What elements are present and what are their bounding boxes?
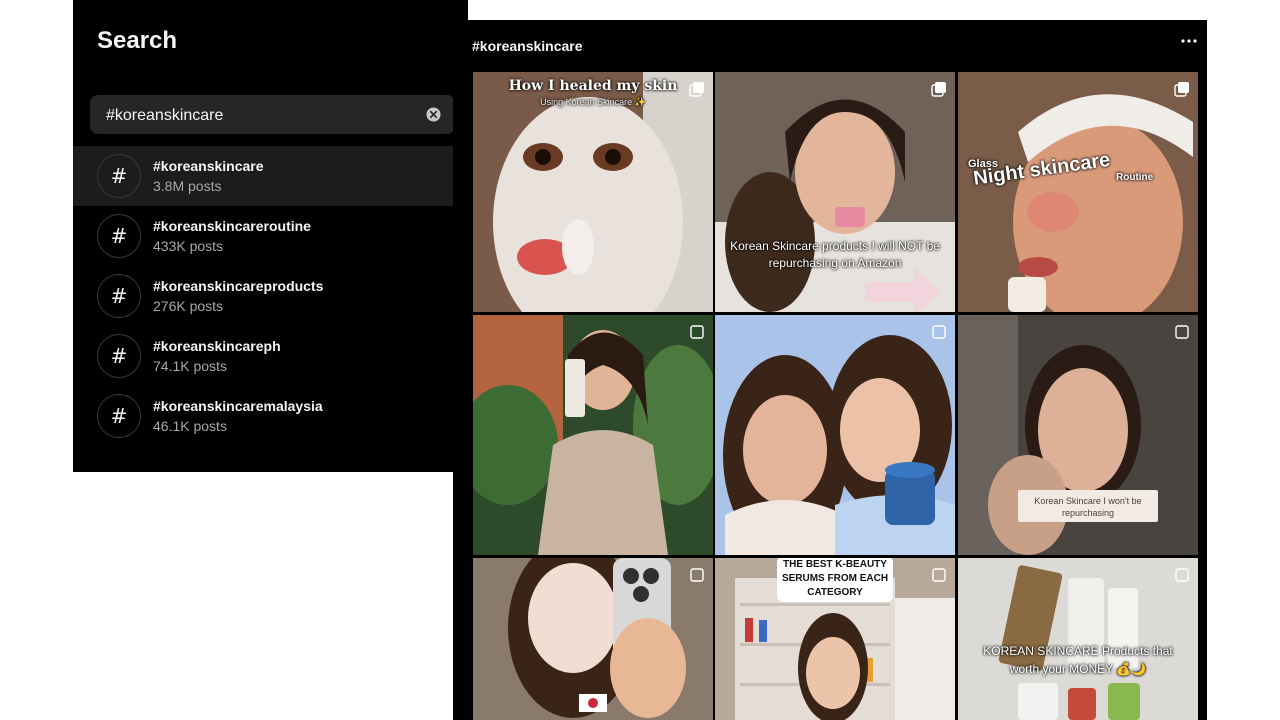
search-result-item[interactable]: # #koreanskincare 3.8M posts — [73, 146, 468, 206]
post-subcaption: Using Korean Skincare ✨ — [540, 97, 646, 107]
search-box[interactable] — [90, 95, 455, 136]
result-hashtag-name: #koreanskincare — [153, 158, 264, 174]
post-thumbnail[interactable]: Korean Skincare products I will NOT be r… — [715, 72, 955, 312]
more-horizontal-icon[interactable] — [1177, 34, 1201, 48]
result-post-count: 276K posts — [153, 298, 224, 314]
result-post-count: 74.1K posts — [153, 358, 227, 374]
post-thumbnail[interactable]: Korean Skincare I won't be repurchasing — [958, 315, 1198, 555]
hashtag-icon: # — [97, 334, 141, 378]
carousel-icon — [1175, 325, 1189, 339]
result-post-count: 433K posts — [153, 238, 224, 254]
search-title: Search — [97, 27, 178, 54]
post-caption: THE BEST K-BEAUTY SERUMS FROM EACH CATEG… — [777, 558, 893, 602]
result-hashtag-name: #koreanskincaremalaysia — [153, 398, 323, 414]
search-result-item[interactable]: # #koreanskincareph 74.1K posts — [73, 326, 468, 386]
result-hashtag-name: #koreanskincareroutine — [153, 218, 311, 234]
search-result-item[interactable]: # #koreanskincaremalaysia 46.1K posts — [73, 386, 468, 446]
hashtag-feed: #koreanskincare How I healed my skin Usi… — [453, 20, 1207, 720]
post-caption: How I healed my skin — [508, 78, 678, 94]
post-caption: Korean Skincare I won't be repurchasing — [1034, 496, 1142, 518]
post-thumbnail[interactable]: KOREAN SKINCARE Products that worth your… — [958, 558, 1198, 720]
search-input[interactable] — [104, 95, 408, 136]
post-thumbnail[interactable]: Glass Night skincare Routine — [958, 72, 1198, 312]
post-caption-sub: Routine — [1116, 172, 1154, 183]
result-hashtag-name: #koreanskincareproducts — [153, 278, 324, 294]
post-caption: KOREAN SKINCARE Products that worth your… — [983, 644, 1173, 676]
post-thumbnail[interactable] — [473, 315, 713, 555]
post-caption: Korean Skincare products I will NOT be r… — [730, 239, 940, 270]
hashtag-icon: # — [97, 214, 141, 258]
search-result-item[interactable]: # #koreanskincareroutine 433K posts — [73, 206, 468, 266]
hashtag-icon: # — [97, 154, 141, 198]
carousel-icon — [689, 82, 704, 97]
post-image — [473, 72, 713, 312]
carousel-icon — [932, 325, 946, 339]
post-image — [473, 558, 713, 720]
post-thumbnail[interactable] — [473, 558, 713, 720]
carousel-icon — [932, 568, 946, 582]
carousel-icon — [931, 82, 946, 97]
result-post-count: 3.8M posts — [153, 178, 222, 194]
post-image — [715, 315, 955, 555]
carousel-icon — [1175, 568, 1189, 582]
feed-title: #koreanskincare — [472, 38, 583, 54]
post-image — [958, 315, 1198, 555]
carousel-icon — [690, 325, 704, 339]
post-image — [715, 72, 955, 312]
search-results-list: # #koreanskincare 3.8M posts # #koreansk… — [73, 146, 468, 446]
post-image — [958, 558, 1198, 720]
hashtag-icon: # — [97, 394, 141, 438]
carousel-icon — [690, 568, 704, 582]
search-panel: Search # #koreanskincare 3.8M posts # #k… — [73, 0, 468, 472]
post-thumbnail[interactable] — [715, 315, 955, 555]
clear-icon[interactable] — [426, 107, 441, 122]
post-thumbnail[interactable]: How I healed my skin Using Korean Skinca… — [473, 72, 713, 312]
hashtag-icon: # — [97, 274, 141, 318]
post-thumbnail[interactable]: THE BEST K-BEAUTY SERUMS FROM EACH CATEG… — [715, 558, 955, 720]
post-image — [958, 72, 1198, 312]
search-result-item[interactable]: # #koreanskincareproducts 276K posts — [73, 266, 468, 326]
post-grid: How I healed my skin Using Korean Skinca… — [473, 72, 1200, 720]
carousel-icon — [1174, 82, 1189, 97]
result-post-count: 46.1K posts — [153, 418, 227, 434]
post-image — [473, 315, 713, 555]
result-hashtag-name: #koreanskincareph — [153, 338, 281, 354]
